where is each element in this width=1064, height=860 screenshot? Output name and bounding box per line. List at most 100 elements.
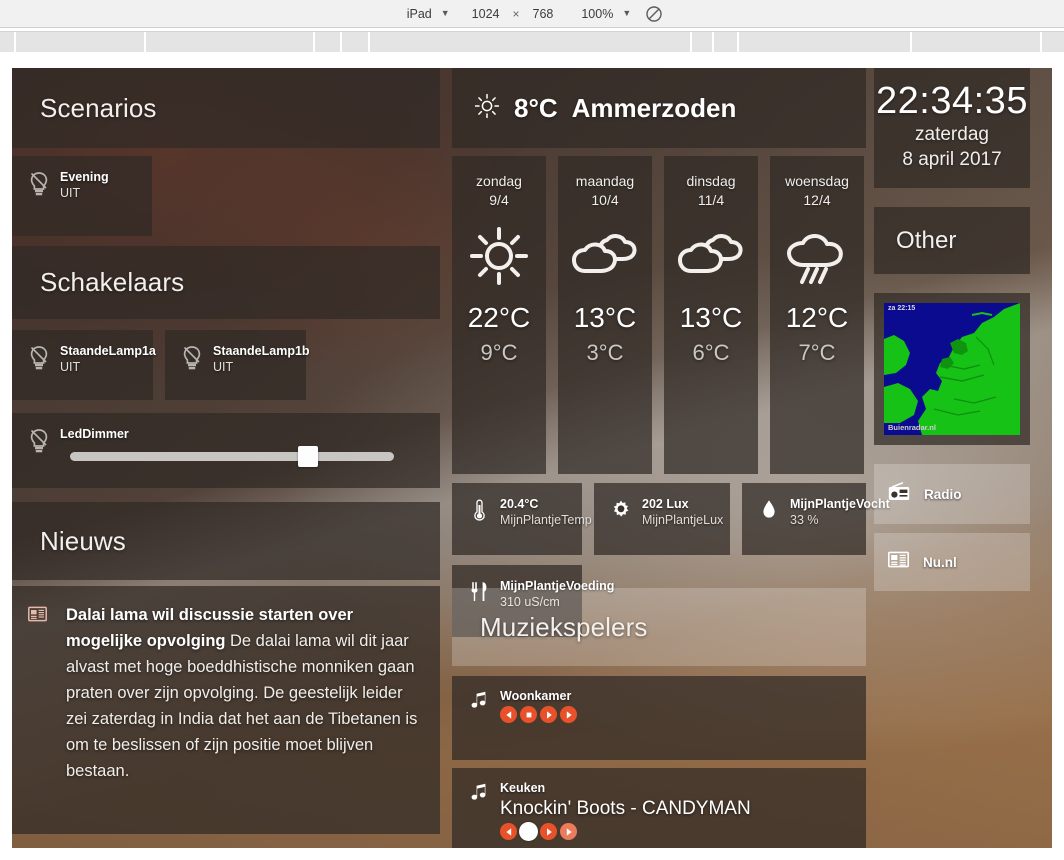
sensor-label: MijnPlantjeTemp — [500, 513, 592, 527]
forecast-content-2: dinsdag 11/4 13°C 6°C — [664, 156, 758, 474]
radar-watermark: Buienradar.nl — [888, 423, 936, 432]
forecast-date: 9/4 — [489, 192, 509, 208]
next-icon[interactable] — [560, 823, 577, 840]
forecast-date: 12/4 — [803, 192, 831, 208]
stop-icon[interactable] — [520, 706, 537, 723]
weather-city: Ammerzoden — [571, 92, 737, 123]
touch-cursor-indicator — [519, 822, 538, 841]
switch-name: StaandeLamp1b — [213, 344, 310, 358]
device-selector[interactable]: iPad ▼ — [401, 7, 450, 21]
weather-header-content: 8°C Ammerzoden — [452, 68, 866, 148]
scenario-text: Evening UIT — [54, 170, 109, 201]
switch-content-b: StaandeLamp1b UIT — [165, 330, 310, 400]
music-content-keuken: Keuken Knockin' Boots - CANDYMAN — [452, 768, 866, 848]
music-controls-woonkamer — [500, 706, 577, 723]
clouds-icon — [571, 224, 639, 288]
sensor-tile-temp[interactable]: 20.4°C MijnPlantjeTemp — [452, 483, 592, 555]
device-ruler — [0, 29, 1064, 53]
thermometer-icon — [464, 497, 494, 521]
forecast-day: woensdag — [785, 173, 849, 189]
link-tile-radio[interactable]: Radio — [874, 464, 1030, 524]
scenario-name: Evening — [60, 170, 109, 184]
play-icon[interactable] — [540, 823, 557, 840]
dimmer-tile-leddimmer[interactable]: LedDimmer — [12, 413, 440, 488]
prev-icon[interactable] — [500, 706, 517, 723]
scenario-tile-evening[interactable]: Evening UIT — [12, 156, 152, 236]
forecast-tile-3[interactable]: woensdag 12/4 12°C 7°C — [770, 156, 864, 474]
sensor-tile-vocht[interactable]: MijnPlantjeVocht 33 % — [742, 483, 890, 555]
forecast-low: 7°C — [798, 340, 836, 365]
rain-radar-map: za 22:15 Buienradar.nl — [884, 303, 1020, 435]
clock-time: 22:34:35 — [876, 80, 1028, 122]
ruler-tick — [144, 32, 146, 53]
ruler-tick — [910, 32, 912, 53]
bulb-icon — [24, 170, 54, 197]
next-icon[interactable] — [560, 706, 577, 723]
switch-tile-staandelamp1b[interactable]: StaandeLamp1b UIT — [165, 330, 310, 400]
switch-tile-staandelamp1a[interactable]: StaandeLamp1a UIT — [12, 330, 156, 400]
switch-state: UIT — [60, 360, 81, 374]
clock-content: 22:34:35 zaterdag 8 april 2017 — [874, 68, 1030, 188]
other-header-label: Other — [896, 226, 957, 254]
scenarios-header-label: Scenarios — [40, 92, 157, 123]
forecast-day: zondag — [476, 173, 522, 189]
news-body: Dalai lama wil discussie starten over mo… — [58, 602, 422, 834]
forecast-high: 12°C — [785, 302, 849, 333]
ruler-tick — [737, 32, 739, 53]
music-content-woonkamer: Woonkamer — [452, 676, 866, 760]
music-player-keuken[interactable]: Keuken Knockin' Boots - CANDYMAN — [452, 768, 866, 848]
dimension-separator: × — [512, 6, 520, 21]
sensor-text-lux: 202 Lux MijnPlantjeLux — [636, 497, 723, 528]
slider-knob[interactable] — [298, 446, 318, 467]
sensor-value: 20.4°C — [500, 497, 539, 511]
clock-date: 8 april 2017 — [902, 149, 1002, 170]
viewport-width-input[interactable]: 1024 — [466, 7, 506, 21]
sensor-content-vocht: MijnPlantjeVocht 33 % — [742, 483, 890, 555]
forecast-low: 6°C — [692, 340, 730, 365]
forecast-tile-2[interactable]: dinsdag 11/4 13°C 6°C — [664, 156, 758, 474]
forecast-high: 13°C — [679, 302, 743, 333]
dimmer-slider[interactable] — [70, 446, 394, 467]
viewport-height-input[interactable]: 768 — [527, 7, 560, 21]
newspaper-icon — [28, 602, 58, 834]
link-label: Nu.nl — [923, 554, 957, 570]
zoom-selector[interactable]: 100% ▼ — [575, 7, 631, 21]
link-content-nunl: Nu.nl — [874, 533, 1030, 591]
prev-icon[interactable] — [500, 823, 517, 840]
music-player-woonkamer[interactable]: Woonkamer — [452, 676, 866, 760]
note-icon — [464, 688, 494, 760]
music-room: Keuken — [500, 781, 546, 795]
link-label: Radio — [924, 486, 962, 502]
current-temperature: 8°C — [514, 92, 558, 123]
news-text: De dalai lama wil dit jaar alvast met ho… — [66, 632, 418, 780]
music-controls-keuken — [500, 822, 751, 841]
clock-weekday: zaterdag — [915, 124, 989, 145]
rotate-icon[interactable] — [645, 5, 663, 23]
dashboard-grid: Scenarios Evening UIT Schakelaars Staand… — [12, 68, 1052, 848]
music-body-woonkamer: Woonkamer — [494, 688, 577, 760]
news-article-tile[interactable]: Dalai lama wil discussie starten over mo… — [12, 586, 440, 834]
forecast-tile-1[interactable]: maandag 10/4 13°C 3°C — [558, 156, 652, 474]
sensor-tile-lux[interactable]: 202 Lux MijnPlantjeLux — [594, 483, 730, 555]
play-icon[interactable] — [540, 706, 557, 723]
news-header-label: Nieuws — [40, 525, 126, 556]
sun-icon — [468, 224, 530, 288]
clock-tile: 22:34:35 zaterdag 8 april 2017 — [874, 68, 1030, 188]
music-room: Woonkamer — [500, 689, 572, 703]
radar-tile[interactable]: za 22:15 Buienradar.nl — [874, 293, 1030, 445]
ruler-strip — [0, 31, 1064, 53]
forecast-low: 9°C — [480, 340, 518, 365]
music-header-label: Muziekspelers — [480, 611, 648, 642]
sensor-content-lux: 202 Lux MijnPlantjeLux — [594, 483, 730, 555]
switch-state: UIT — [213, 360, 234, 374]
switch-text-b: StaandeLamp1b UIT — [207, 344, 310, 375]
other-header: Other — [874, 207, 1030, 274]
device-toolbar: iPad ▼ 1024 × 768 100% ▼ — [0, 0, 1064, 28]
bulb-icon — [24, 427, 54, 454]
ruler-tick — [712, 32, 714, 53]
scenario-content: Evening UIT — [12, 156, 152, 236]
link-tile-nunl[interactable]: Nu.nl — [874, 533, 1030, 591]
forecast-day: dinsdag — [686, 173, 736, 189]
forecast-tile-0[interactable]: zondag 9/4 22°C 9°C — [452, 156, 546, 474]
sensor-text-temp: 20.4°C MijnPlantjeTemp — [494, 497, 592, 528]
